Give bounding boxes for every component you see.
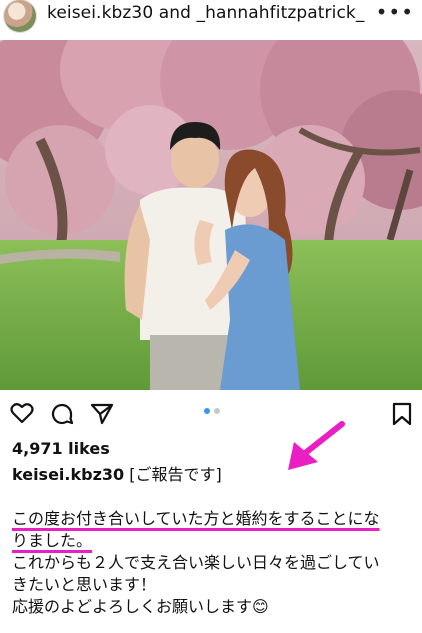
caption-title: [ご報告です] xyxy=(129,465,222,484)
caption-line: この度お付き合いしていた方と婚約をすることにな xyxy=(12,508,418,530)
post-photo[interactable] xyxy=(0,40,422,390)
caption-line: きたいと思います！ xyxy=(12,575,157,594)
post-author-title[interactable]: keisei.kbz30 and _hannahfitzpatrick_ xyxy=(47,3,364,23)
share-icon[interactable] xyxy=(90,402,114,430)
carousel-dot-active xyxy=(204,408,210,414)
carousel-indicator xyxy=(204,408,220,414)
annotation-arrow-icon xyxy=(288,421,345,470)
photo-illustration xyxy=(0,40,422,390)
ellipsis-icon[interactable]: ••• xyxy=(376,2,414,22)
caption-header: keisei.kbz30 [ご報告です] xyxy=(12,461,222,485)
carousel-dot xyxy=(214,408,220,414)
likes-count[interactable]: 4,971 likes xyxy=(12,439,110,458)
caption-line: これからも２人で支え合い楽しい日々を過ごしてい xyxy=(12,553,380,572)
caption-body: この度お付き合いしていた方と婚約をすることにな りました。 これからも２人で支え… xyxy=(12,508,418,618)
caption-highlight: この度お付き合いしていた方と婚約をすることにな xyxy=(12,509,380,528)
caption-username[interactable]: keisei.kbz30 xyxy=(12,465,124,484)
caption-highlight: りました。 xyxy=(12,531,93,550)
avatar[interactable] xyxy=(4,0,36,32)
caption-line: 応援のよどよろしくお願いします😊 xyxy=(12,597,269,616)
caption-line: りました。 xyxy=(12,530,418,552)
post-header: keisei.kbz30 and _hannahfitzpatrick_ ••• xyxy=(0,0,422,36)
heart-icon[interactable] xyxy=(10,402,34,428)
bookmark-icon[interactable] xyxy=(392,402,412,430)
comment-icon[interactable] xyxy=(50,402,74,430)
